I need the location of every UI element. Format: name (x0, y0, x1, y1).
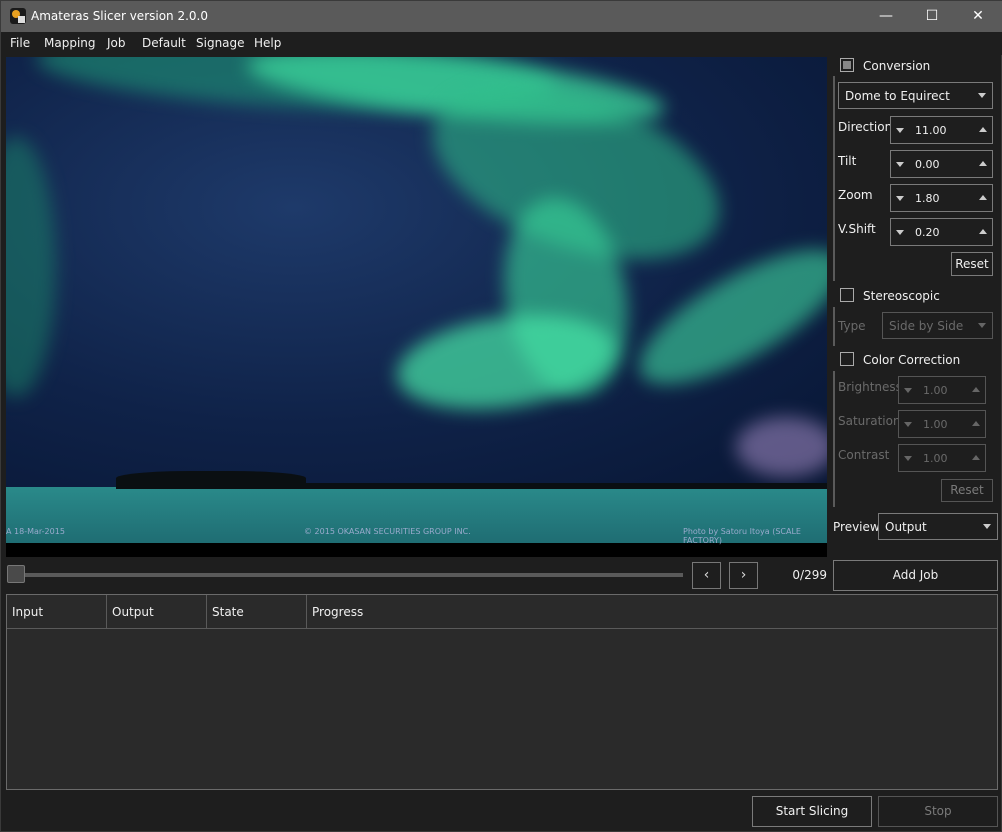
conversion-label: Conversion (863, 59, 931, 73)
increment-icon[interactable] (979, 229, 987, 234)
vshift-label: V.Shift (838, 222, 876, 236)
menu-bar: File Mapping Job Default Signage Help (1, 32, 1002, 55)
chevron-left-icon: ‹ (703, 567, 710, 583)
increment-icon[interactable] (979, 161, 987, 166)
color-correction-group (833, 371, 835, 507)
preview-viewport: A 18-Mar-2015 © 2015 OKASAN SECURITIES G… (6, 57, 827, 557)
preview-image (6, 57, 827, 487)
color-correction-label: Color Correction (863, 353, 961, 367)
decrement-icon[interactable] (896, 128, 904, 133)
decrement-icon[interactable] (904, 388, 912, 393)
direction-value[interactable]: 11.00 (915, 124, 947, 137)
chevron-right-icon: › (740, 567, 747, 583)
color-reset-button[interactable]: Reset (941, 479, 993, 502)
minimize-button[interactable]: — (863, 1, 909, 32)
contrast-spinner[interactable]: 1.00 (898, 444, 986, 472)
conversion-reset-button[interactable]: Reset (951, 252, 993, 276)
job-table[interactable]: Input Output State Progress (6, 594, 998, 790)
vshift-value[interactable]: 0.20 (915, 226, 940, 239)
title-bar: Amateras Slicer version 2.0.0 — ☐ ✕ (1, 1, 1002, 32)
chevron-down-icon (983, 524, 991, 529)
watermark-copyright: © 2015 OKASAN SECURITIES GROUP INC. (304, 527, 471, 536)
increment-icon[interactable] (972, 455, 980, 460)
preview-select-label: Preview (833, 520, 880, 534)
tilt-value[interactable]: 0.00 (915, 158, 940, 171)
next-frame-button[interactable]: › (729, 562, 758, 589)
brightness-value[interactable]: 1.00 (923, 384, 948, 397)
increment-icon[interactable] (979, 195, 987, 200)
chevron-down-icon (978, 93, 986, 98)
treeline (116, 471, 306, 489)
menu-job[interactable]: Job (107, 36, 126, 50)
frame-counter: 0/299 (792, 568, 827, 582)
stereo-type-value: Side by Side (889, 319, 964, 333)
mapping-mode-value: Dome to Equirect (845, 89, 950, 103)
decrement-icon[interactable] (904, 456, 912, 461)
stop-button[interactable]: Stop (878, 796, 998, 827)
stereo-type-label: Type (838, 319, 866, 333)
color-correction-checkbox[interactable] (840, 352, 854, 366)
direction-spinner[interactable]: 11.00 (890, 116, 993, 144)
decrement-icon[interactable] (896, 162, 904, 167)
stereoscopic-checkbox[interactable] (840, 288, 854, 302)
zoom-spinner[interactable]: 1.80 (890, 184, 993, 212)
column-header-state[interactable]: State (207, 595, 307, 629)
conversion-checkbox[interactable] (840, 58, 854, 72)
stereoscopic-label: Stereoscopic (863, 289, 940, 303)
saturation-value[interactable]: 1.00 (923, 418, 948, 431)
preview-select[interactable]: Output (878, 513, 998, 540)
saturation-label: Saturation (838, 414, 901, 428)
close-button[interactable]: ✕ (955, 1, 1001, 32)
vshift-spinner[interactable]: 0.20 (890, 218, 993, 246)
app-icon (10, 8, 26, 24)
zoom-value[interactable]: 1.80 (915, 192, 940, 205)
prev-frame-button[interactable]: ‹ (692, 562, 721, 589)
watermark-credit: Photo by Satoru Itoya (SCALE FACTORY) (683, 527, 801, 545)
conversion-group (833, 76, 835, 281)
mapping-mode-select[interactable]: Dome to Equirect (838, 82, 993, 109)
chevron-down-icon (978, 323, 986, 328)
brightness-spinner[interactable]: 1.00 (898, 376, 986, 404)
menu-mapping[interactable]: Mapping (44, 36, 96, 50)
increment-icon[interactable] (972, 421, 980, 426)
tilt-label: Tilt (838, 154, 857, 168)
saturation-spinner[interactable]: 1.00 (898, 410, 986, 438)
timeline-track[interactable] (15, 573, 683, 577)
menu-default[interactable]: Default (142, 36, 186, 50)
stereo-type-select[interactable]: Side by Side (882, 312, 993, 339)
app-window: Amateras Slicer version 2.0.0 — ☐ ✕ File… (0, 0, 1002, 832)
zoom-label: Zoom (838, 188, 873, 202)
contrast-label: Contrast (838, 448, 890, 462)
menu-help[interactable]: Help (254, 36, 281, 50)
horizon (306, 483, 827, 489)
decrement-icon[interactable] (896, 230, 904, 235)
column-header-input[interactable]: Input (7, 595, 107, 629)
column-header-output[interactable]: Output (107, 595, 207, 629)
start-slicing-button[interactable]: Start Slicing (752, 796, 872, 827)
contrast-value[interactable]: 1.00 (923, 452, 948, 465)
direction-label: Direction (838, 120, 893, 134)
add-job-button[interactable]: Add Job (833, 560, 998, 591)
maximize-button[interactable]: ☐ (909, 1, 955, 32)
menu-signage[interactable]: Signage (196, 36, 245, 50)
preview-select-value: Output (885, 520, 927, 534)
menu-file[interactable]: File (10, 36, 30, 50)
watermark-date: A 18-Mar-2015 (6, 527, 65, 536)
decrement-icon[interactable] (896, 196, 904, 201)
tilt-spinner[interactable]: 0.00 (890, 150, 993, 178)
stereoscopic-group (833, 307, 835, 346)
brightness-label: Brightness (838, 380, 902, 394)
timeline-thumb[interactable] (7, 565, 25, 583)
decrement-icon[interactable] (904, 422, 912, 427)
increment-icon[interactable] (979, 127, 987, 132)
window-title: Amateras Slicer version 2.0.0 (31, 9, 209, 23)
column-header-progress[interactable]: Progress (307, 595, 997, 629)
increment-icon[interactable] (972, 387, 980, 392)
